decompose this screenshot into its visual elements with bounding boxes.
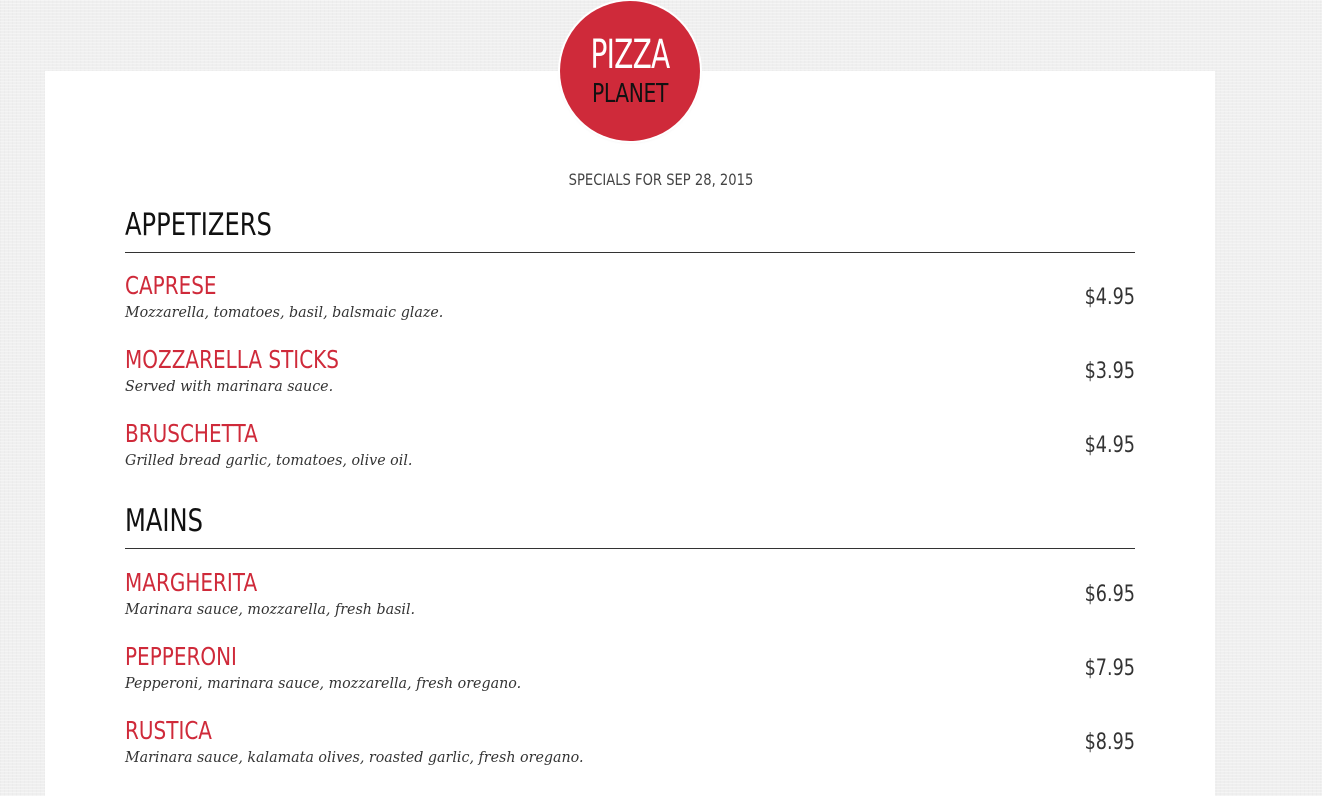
item-name: BRUSCHETTA — [125, 419, 258, 448]
item-description: Pepperoni, marinara sauce, mozzarella, f… — [125, 674, 522, 692]
logo-line-pizza: PIZZA — [590, 32, 671, 78]
menu-item-bruschetta: BRUSCHETTA Grilled bread garlic, tomatoe… — [125, 419, 1135, 479]
menu-item-caprese: CAPRESE Mozzarella, tomatoes, basil, bal… — [125, 271, 1135, 331]
section-divider — [125, 252, 1135, 253]
item-price: $8.95 — [1084, 730, 1135, 755]
specials-date: SPECIALS FOR SEP 28, 2015 — [568, 170, 754, 189]
menu-item-rustica: RUSTICA Marinara sauce, kalamata olives,… — [125, 716, 1135, 776]
item-description: Marinara sauce, kalamata olives, roasted… — [125, 748, 584, 766]
item-name: RUSTICA — [125, 716, 212, 745]
section-title-mains: MAINS — [125, 503, 203, 539]
item-price: $7.95 — [1084, 656, 1135, 681]
menu-item-margherita: MARGHERITA Marinara sauce, mozzarella, f… — [125, 568, 1135, 628]
item-price: $3.95 — [1084, 359, 1135, 384]
item-price: $6.95 — [1084, 582, 1135, 607]
item-name: CAPRESE — [125, 271, 217, 300]
section-title-appetizers: APPETIZERS — [125, 207, 272, 243]
item-description: Served with marinara sauce. — [125, 377, 334, 395]
item-description: Marinara sauce, mozzarella, fresh basil. — [125, 600, 416, 618]
section-divider — [125, 548, 1135, 549]
item-price: $4.95 — [1084, 285, 1135, 310]
item-price: $4.95 — [1084, 433, 1135, 458]
item-name: MOZZARELLA STICKS — [125, 345, 339, 374]
logo-line-planet: PLANET — [592, 79, 668, 109]
menu-item-pepperoni: PEPPERONI Pepperoni, marinara sauce, moz… — [125, 642, 1135, 702]
item-name: PEPPERONI — [125, 642, 237, 671]
item-name: MARGHERITA — [125, 568, 258, 597]
menu-item-mozzarella-sticks: MOZZARELLA STICKS Served with marinara s… — [125, 345, 1135, 405]
item-description: Mozzarella, tomatoes, basil, balsmaic gl… — [125, 303, 444, 321]
item-description: Grilled bread garlic, tomatoes, olive oi… — [125, 451, 413, 469]
pizza-planet-logo[interactable]: PIZZA PLANET — [560, 1, 700, 141]
